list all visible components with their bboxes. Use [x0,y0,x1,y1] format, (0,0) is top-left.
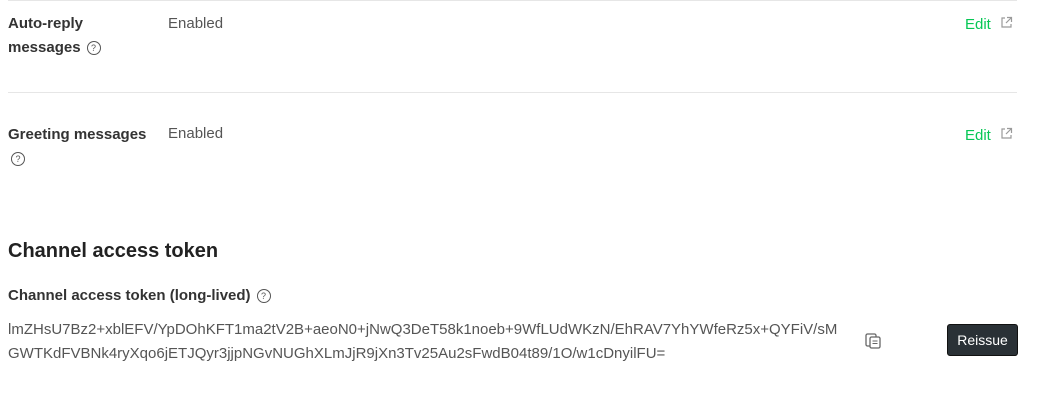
token-subtitle-text: Channel access token (long-lived) [8,287,251,304]
auto-reply-label-line1: Auto-reply [8,15,83,32]
channel-access-token-value: lmZHsU7Bz2+xblEFV/YpDOhKFT1ma2tV2B+aeoN0… [8,321,838,362]
greeting-status: Enabled [168,125,224,142]
divider-top [8,0,1017,1]
divider-middle [8,92,1017,93]
auto-reply-label-line2: messages [8,39,81,56]
help-circle-icon[interactable]: ? [256,289,271,303]
external-link-icon[interactable] [1000,16,1013,29]
copy-icon[interactable] [864,332,882,350]
greeting-edit-link[interactable]: Edit [965,125,991,147]
greeting-label: Greeting messages ? [8,123,158,171]
greeting-label-text: Greeting messages [8,126,147,143]
token-subtitle: Channel access token (long-lived)? [8,286,271,306]
auto-reply-edit-link[interactable]: Edit [965,14,991,36]
external-link-icon[interactable] [1000,127,1013,140]
help-circle-icon[interactable]: ? [86,41,101,55]
reissue-button[interactable]: Reissue [947,324,1018,356]
section-title: Channel access token [8,240,219,262]
auto-reply-label: Auto-reply messages? [8,12,158,60]
help-circle-icon[interactable]: ? [11,152,25,166]
auto-reply-status: Enabled [168,15,224,32]
